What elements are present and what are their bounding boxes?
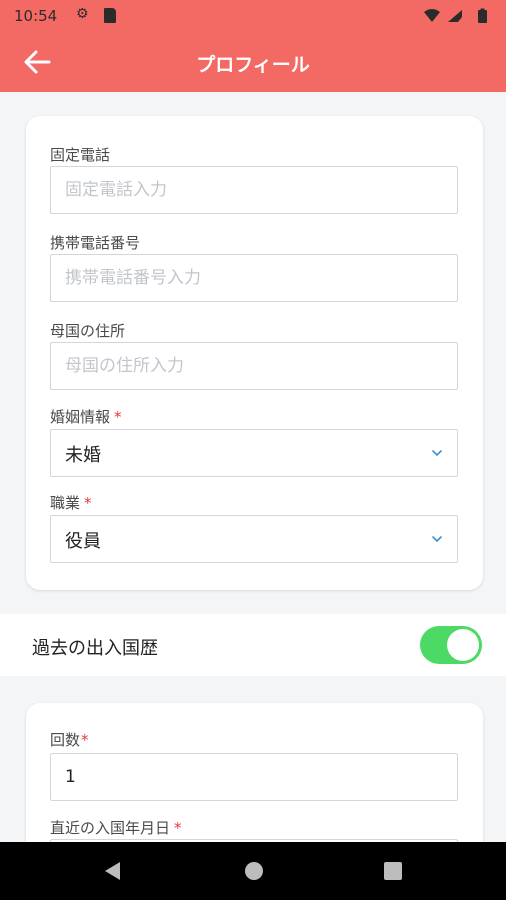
- immigration-history-row: 過去の出入国歴: [0, 614, 506, 676]
- required-mark: *: [84, 494, 92, 512]
- circle-home-icon[interactable]: [243, 860, 265, 882]
- profile-card: 固定電話 携帯電話番号 母国の住所 婚姻情報* 未婚 職業* 役員: [26, 116, 483, 590]
- landline-field-box: [50, 166, 458, 214]
- required-mark: *: [174, 819, 182, 837]
- mobile-input[interactable]: [51, 255, 457, 301]
- marital-status-select[interactable]: 未婚: [50, 429, 458, 477]
- landline-label: 固定電話: [50, 146, 111, 164]
- occupation-select[interactable]: 役員: [50, 515, 458, 563]
- status-bar: 10:54 ⚙: [0, 0, 506, 32]
- home-address-label: 母国の住所: [50, 322, 126, 340]
- triangle-back-icon[interactable]: [102, 860, 122, 882]
- sd-card-icon: [104, 8, 116, 23]
- count-input[interactable]: [51, 754, 457, 800]
- app-bar: プロフィール: [0, 32, 506, 92]
- gear-icon: ⚙: [76, 6, 89, 22]
- home-address-input[interactable]: [51, 343, 457, 389]
- last-entry-date-label-text: 直近の入国年月日: [50, 819, 171, 837]
- status-time: 10:54: [14, 7, 58, 25]
- chevron-down-icon: [432, 450, 442, 457]
- mobile-field-box: [50, 254, 458, 302]
- required-mark: *: [114, 408, 122, 426]
- occupation-value: 役員: [65, 531, 101, 552]
- landline-input[interactable]: [51, 167, 457, 213]
- count-field-box: [50, 753, 458, 801]
- mobile-label: 携帯電話番号: [50, 234, 141, 252]
- status-indicators: [424, 8, 487, 23]
- wifi-icon: [424, 9, 440, 22]
- chevron-down-icon: [432, 536, 442, 543]
- page-title: プロフィール: [196, 54, 310, 76]
- occupation-label-text: 職業: [50, 494, 81, 512]
- marital-status-value: 未婚: [65, 445, 101, 466]
- occupation-label: 職業 *: [50, 492, 92, 513]
- count-label-text: 回数: [50, 731, 81, 749]
- marital-status-label: 婚姻情報 *: [50, 406, 122, 427]
- system-nav-bar: [0, 842, 506, 900]
- home-address-field-box: [50, 342, 458, 390]
- last-entry-date-label: 直近の入国年月日 *: [50, 817, 182, 838]
- count-label: 回数*: [50, 729, 89, 750]
- required-mark: *: [81, 731, 89, 749]
- square-recents-icon[interactable]: [383, 861, 403, 881]
- immigration-history-label: 過去の出入国歴: [32, 638, 158, 659]
- toggle-knob: [447, 629, 479, 661]
- marital-status-label-text: 婚姻情報: [50, 408, 111, 426]
- battery-icon: [478, 10, 487, 23]
- immigration-history-toggle[interactable]: [420, 626, 482, 664]
